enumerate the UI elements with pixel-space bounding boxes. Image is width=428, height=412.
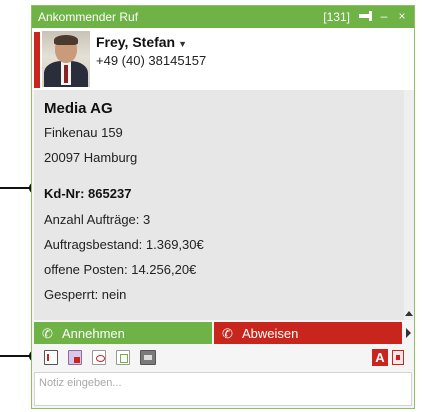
caller-header: Frey, Stefan ▼ +49 (40) 38145157 [32, 28, 414, 90]
record-icon[interactable] [392, 350, 404, 365]
title-bar[interactable]: Ankommender Ruf [131] – × [32, 6, 414, 28]
copy-icon[interactable] [116, 350, 130, 365]
reject-label: Abweisen [242, 326, 299, 341]
document-icon[interactable] [44, 350, 58, 365]
chevron-down-icon: ▼ [178, 39, 188, 49]
accept-label: Annehmen [62, 326, 125, 341]
call-actions: ✆ Annehmen ✆ Abweisen [34, 322, 402, 344]
callout-line-toolbar [0, 355, 31, 357]
more-actions-arrow-icon[interactable] [406, 328, 411, 338]
scroll-up-icon[interactable] [405, 311, 413, 316]
reject-call-button[interactable]: ✆ Abweisen [214, 322, 402, 344]
phone-reject-icon: ✆ [222, 326, 233, 341]
stage: Ankommender Ruf [131] – × Frey, Stefan ▼ … [0, 0, 428, 412]
company-name: Media AG [44, 100, 113, 117]
call-count-badge: [131] [323, 10, 350, 24]
phone-accept-icon: ✆ [42, 326, 53, 341]
avatar [42, 31, 90, 87]
accept-call-button[interactable]: ✆ Annehmen [34, 322, 212, 344]
image-icon[interactable] [140, 350, 156, 365]
open-items: offene Posten: 14.256,20€ [44, 262, 197, 277]
city-address: 20097 Hamburg [44, 150, 138, 165]
note-input[interactable] [34, 372, 412, 406]
street-address: Finkenau 159 [44, 125, 123, 140]
caller-name: Frey, Stefan [96, 34, 176, 50]
order-count: Anzahl Aufträge: 3 [44, 212, 151, 227]
caller-accent-bar [34, 32, 40, 88]
caller-name-dropdown[interactable]: Frey, Stefan ▼ [96, 34, 187, 50]
pdf-icon[interactable] [92, 350, 106, 365]
text-format-icon[interactable]: A [372, 349, 388, 366]
mail-icon[interactable] [68, 350, 82, 365]
pin-icon[interactable] [356, 8, 372, 24]
blocked-status: Gesperrt: nein [44, 287, 127, 302]
minimize-button[interactable]: – [376, 8, 392, 24]
info-scrollbar[interactable] [404, 90, 414, 320]
order-volume: Auftragsbestand: 1.369,30€ [44, 237, 204, 252]
incoming-call-window: Ankommender Ruf [131] – × Frey, Stefan ▼ … [31, 5, 415, 409]
customer-number: Kd-Nr: 865237 [44, 186, 132, 201]
close-button[interactable]: × [394, 8, 410, 24]
customer-info-panel: Media AG Finkenau 159 20097 Hamburg Kd-N… [34, 90, 404, 320]
window-title: Ankommender Ruf [38, 10, 139, 24]
callout-line-customer-number [0, 187, 31, 189]
tool-bar: A [34, 348, 412, 368]
caller-phone: +49 (40) 38145157 [96, 53, 207, 68]
